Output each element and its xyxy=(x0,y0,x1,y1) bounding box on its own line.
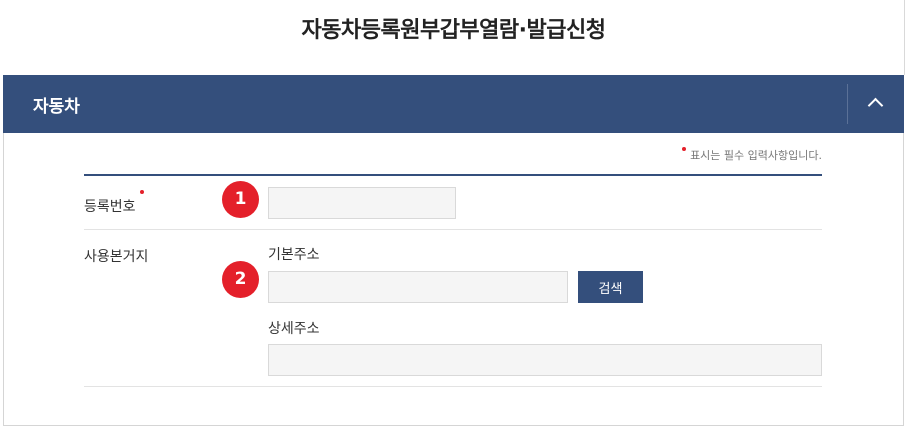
panel-title: 자동차 xyxy=(33,97,80,117)
panel-header: 자동차 xyxy=(3,75,904,133)
basic-address-label: 기본주소 xyxy=(268,247,320,263)
registration-label: 등록번호 xyxy=(84,190,144,216)
required-note-text: 표시는 필수 입력사항입니다. xyxy=(690,149,822,162)
divider xyxy=(904,0,905,75)
address-search-button[interactable]: 검색 xyxy=(578,271,643,303)
required-dot-icon xyxy=(682,147,687,151)
detail-address-label: 상세주소 xyxy=(268,321,320,337)
row-divider xyxy=(84,229,822,230)
base-location-label: 사용본거지 xyxy=(84,246,148,266)
required-note: 표시는 필수 입력사항입니다. xyxy=(682,147,822,163)
chevron-up-icon xyxy=(867,97,884,114)
page: 자동차등록원부갑부열람·발급신청 자동차 표시는 필수 입력사항입니다. 등록번… xyxy=(0,0,907,433)
step-marker-1: 1 xyxy=(222,181,259,218)
base-location-label-text: 사용본거지 xyxy=(84,249,149,265)
registration-number-input[interactable] xyxy=(268,187,456,219)
page-title: 자동차등록원부갑부열람·발급신청 xyxy=(301,18,606,43)
row-divider xyxy=(84,386,822,387)
required-dot-icon xyxy=(139,190,144,194)
form-top-divider xyxy=(84,174,822,176)
basic-address-input[interactable] xyxy=(268,271,568,303)
detail-address-input[interactable] xyxy=(268,344,822,376)
step-marker-2: 2 xyxy=(222,261,259,298)
collapse-toggle-button[interactable] xyxy=(848,75,904,133)
registration-label-text: 등록번호 xyxy=(84,199,136,215)
